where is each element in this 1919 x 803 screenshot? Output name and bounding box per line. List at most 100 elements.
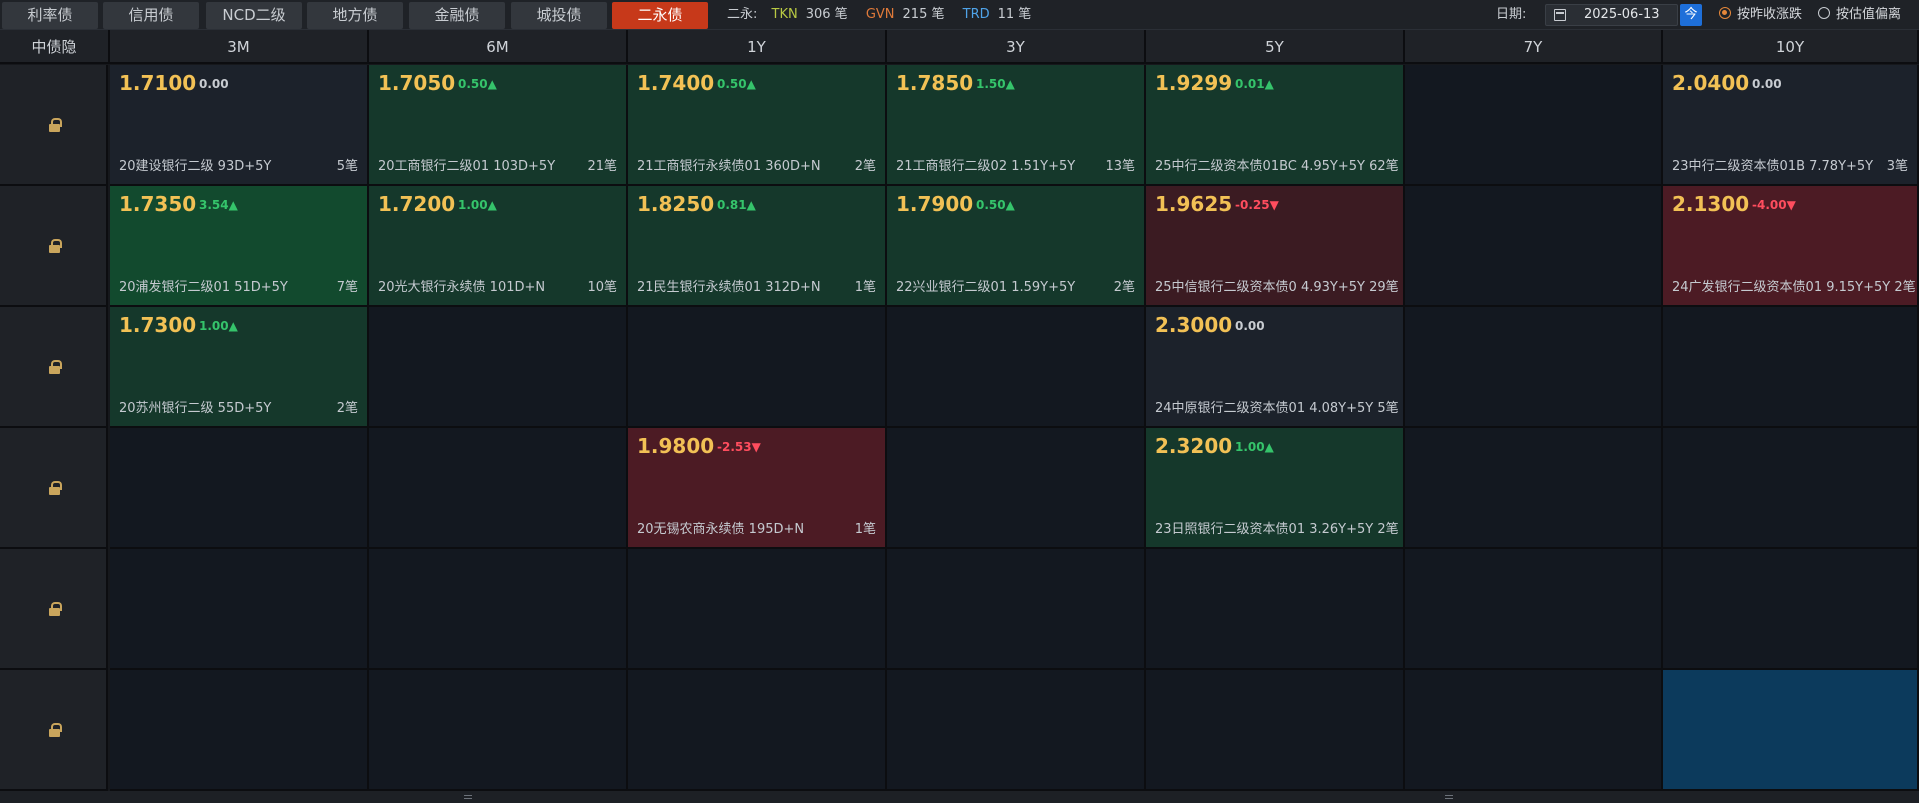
quote-price: 1.7900 — [896, 192, 974, 216]
empty-cell[interactable] — [110, 549, 369, 670]
quote-cell[interactable]: 2.3200 1.00▲ 23日照银行二级资本债01 3.26Y+5Y 2笔 — [1146, 428, 1405, 549]
radio-by-valuation-deviation[interactable]: 按估值偏离 — [1818, 7, 1901, 23]
quote-change: 1.00▲ — [458, 198, 497, 212]
trade-count: 1笔 — [854, 280, 876, 295]
empty-cell[interactable] — [1405, 186, 1663, 307]
quote-cell[interactable]: 2.0400 0.00 23中行二级资本债01B 7.78Y+5Y 3笔 — [1663, 65, 1919, 186]
tab-tier2-perpetual[interactable]: 二永债 — [612, 2, 708, 29]
empty-cell[interactable] — [1405, 670, 1663, 791]
lock-icon[interactable] — [49, 118, 62, 132]
quote-cell[interactable]: 1.8250 0.81▲ 21民生银行永续债01 312D+N 1笔 — [628, 186, 887, 307]
empty-cell[interactable] — [110, 670, 369, 791]
radio-by-prev-close[interactable]: 按昨收涨跌 — [1719, 7, 1802, 23]
empty-cell[interactable] — [887, 428, 1146, 549]
quote-cell[interactable]: 1.7300 1.00▲ 20苏州银行二级 55D+5Y 2笔 — [110, 307, 369, 428]
quote-cell[interactable]: 1.9625 -0.25▼ 25中信银行二级资本债0 4.93Y+5Y 29笔 — [1146, 186, 1405, 307]
trade-count: 2笔 — [854, 159, 876, 174]
lock-icon[interactable] — [49, 360, 62, 374]
row-header[interactable] — [0, 65, 108, 186]
quote-change: -4.00▼ — [1752, 198, 1796, 212]
empty-cell[interactable] — [887, 549, 1146, 670]
empty-cell[interactable] — [1663, 307, 1919, 428]
tab-credit-bond[interactable]: 信用债 — [103, 2, 199, 29]
radio-unchecked-icon[interactable] — [1818, 7, 1830, 19]
quote-change: 0.50▲ — [717, 77, 756, 91]
quote-price: 2.3000 — [1155, 313, 1233, 337]
quote-cell[interactable]: 1.7900 0.50▲ 22兴业银行二级01 1.59Y+5Y 2笔 — [887, 186, 1146, 307]
empty-cell[interactable] — [1146, 670, 1405, 791]
trade-count: 7笔 — [336, 280, 358, 295]
column-header-5y[interactable]: 5Y — [1146, 30, 1405, 64]
lock-icon[interactable] — [49, 481, 62, 495]
empty-cell[interactable] — [887, 307, 1146, 428]
empty-cell[interactable] — [1146, 549, 1405, 670]
empty-cell[interactable] — [110, 428, 369, 549]
quote-cell[interactable]: 1.7100 0.00 20建设银行二级 93D+5Y 5笔 — [110, 65, 369, 186]
lock-icon[interactable] — [49, 723, 62, 737]
trade-count: 2笔 — [336, 401, 358, 416]
empty-cell[interactable] — [1405, 307, 1663, 428]
row-header[interactable] — [0, 428, 108, 549]
calendar-icon[interactable] — [1554, 9, 1566, 21]
empty-cell[interactable] — [369, 307, 628, 428]
lock-icon[interactable] — [49, 602, 62, 616]
quote-cell[interactable]: 1.7400 0.50▲ 21工商银行永续债01 360D+N 2笔 — [628, 65, 887, 186]
column-header-3y[interactable]: 3Y — [887, 30, 1146, 64]
selected-empty-cell[interactable] — [1663, 670, 1919, 791]
column-header-10y[interactable]: 10Y — [1663, 30, 1919, 64]
row-header[interactable] — [0, 307, 108, 428]
quote-cell[interactable]: 2.1300 -4.00▼ 24广发银行二级资本债01 9.15Y+5Y 2笔 — [1663, 186, 1919, 307]
radio-label: 按估值偏离 — [1836, 7, 1902, 22]
quote-cell[interactable]: 1.7850 1.50▲ 21工商银行二级02 1.51Y+5Y 13笔 — [887, 65, 1146, 186]
column-header-6m[interactable]: 6M — [369, 30, 628, 64]
trd-count: 11 笔 — [997, 7, 1032, 22]
quote-price: 1.9625 — [1155, 192, 1233, 216]
bottom-scrollbar[interactable] — [0, 791, 1919, 803]
tab-local-gov-bond[interactable]: 地方债 — [307, 2, 403, 29]
stats-label: 二永: — [727, 7, 758, 22]
tab-rate-bond[interactable]: 利率债 — [2, 2, 98, 29]
empty-cell[interactable] — [369, 428, 628, 549]
quote-price: 1.9299 — [1155, 71, 1233, 95]
empty-cell[interactable] — [1405, 65, 1663, 186]
radio-label: 按昨收涨跌 — [1737, 7, 1803, 22]
tab-ncd-secondary[interactable]: NCD二级 — [206, 2, 302, 29]
quote-cell[interactable]: 1.9800 -2.53▼ 20无锡农商永续债 195D+N 1笔 — [628, 428, 887, 549]
trd-key: TRD — [962, 7, 990, 22]
quote-cell[interactable]: 1.7050 0.50▲ 20工商银行二级01 103D+5Y 21笔 — [369, 65, 628, 186]
quote-price: 1.7400 — [637, 71, 715, 95]
resize-grip-icon[interactable] — [464, 795, 472, 799]
trade-count: 2笔 — [1113, 280, 1135, 295]
quote-cell[interactable]: 1.9299 0.01▲ 25中行二级资本债01BC 4.95Y+5Y 62笔 — [1146, 65, 1405, 186]
row-header[interactable] — [0, 186, 108, 307]
column-header-1y[interactable]: 1Y — [628, 30, 887, 64]
date-value: 2025-06-13 — [1584, 7, 1660, 22]
empty-cell[interactable] — [1405, 549, 1663, 670]
quote-cell[interactable]: 2.3000 0.00 24中原银行二级资本债01 4.08Y+5Y 5笔 — [1146, 307, 1405, 428]
empty-cell[interactable] — [369, 549, 628, 670]
date-picker[interactable]: 2025-06-13 — [1545, 4, 1678, 26]
empty-cell[interactable] — [1663, 549, 1919, 670]
row-header[interactable] — [0, 549, 108, 670]
column-header-7y[interactable]: 7Y — [1405, 30, 1663, 64]
empty-cell[interactable] — [628, 307, 887, 428]
empty-cell[interactable] — [1405, 428, 1663, 549]
row-header[interactable] — [0, 670, 108, 791]
empty-cell[interactable] — [887, 670, 1146, 791]
quote-cell[interactable]: 1.7350 3.54▲ 20浦发银行二级01 51D+5Y 7笔 — [110, 186, 369, 307]
empty-cell[interactable] — [628, 670, 887, 791]
quote-change: 0.01▲ — [1235, 77, 1274, 91]
resize-grip-icon[interactable] — [1445, 795, 1453, 799]
quote-price: 1.9800 — [637, 434, 715, 458]
quote-price: 1.7850 — [896, 71, 974, 95]
today-button[interactable]: 今 — [1680, 4, 1702, 26]
empty-cell[interactable] — [628, 549, 887, 670]
tab-urban-investment-bond[interactable]: 城投债 — [511, 2, 607, 29]
empty-cell[interactable] — [1663, 428, 1919, 549]
quote-cell[interactable]: 1.7200 1.00▲ 20光大银行永续债 101D+N 10笔 — [369, 186, 628, 307]
column-header-3m[interactable]: 3M — [110, 30, 369, 64]
radio-checked-icon[interactable] — [1719, 7, 1731, 19]
tab-financial-bond[interactable]: 金融债 — [409, 2, 505, 29]
empty-cell[interactable] — [369, 670, 628, 791]
lock-icon[interactable] — [49, 239, 62, 253]
